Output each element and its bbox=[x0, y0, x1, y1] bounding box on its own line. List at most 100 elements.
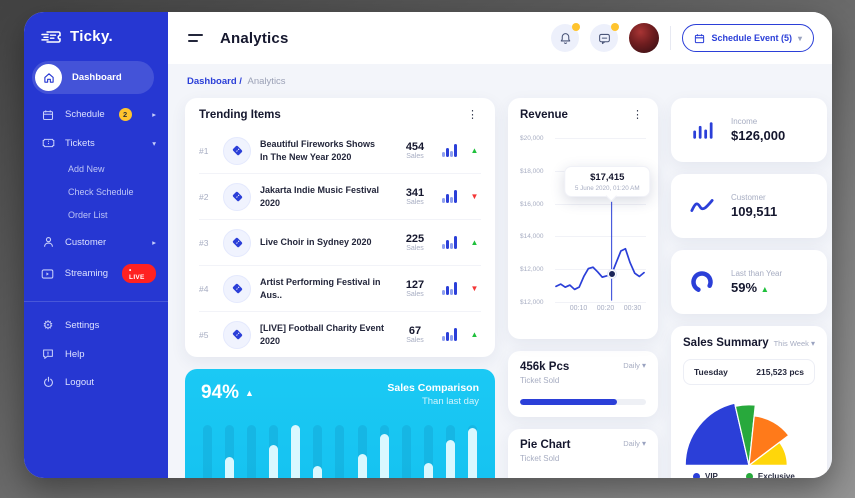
x-tick: 00:20 bbox=[596, 305, 615, 312]
sidebar-item-schedule[interactable]: Schedule 2 ▸ bbox=[24, 100, 168, 129]
summary-row[interactable]: Tuesday 215,523 pcs bbox=[683, 359, 815, 385]
sales-count: 341 bbox=[405, 187, 425, 199]
revenue-line-chart bbox=[556, 137, 644, 299]
submenu-item-check-schedule[interactable]: Check Schedule bbox=[68, 180, 168, 203]
rank-label: #2 bbox=[199, 191, 209, 202]
messages-button[interactable] bbox=[590, 23, 620, 52]
submenu-item-add-new[interactable]: Add New bbox=[68, 157, 168, 180]
percent-value: 59% bbox=[731, 280, 758, 295]
sales-label: Sales bbox=[406, 153, 424, 160]
last-than-year-value: 59% ▲ bbox=[731, 280, 782, 295]
chevron-down-icon: ▾ bbox=[641, 361, 646, 370]
sidebar-item-dashboard[interactable]: Dashboard bbox=[32, 61, 154, 94]
sales-count: 67 bbox=[408, 325, 422, 337]
y-tick: $12,000 bbox=[520, 299, 544, 306]
tooltip-date: 5 June 2020, 01:20 AM bbox=[574, 184, 640, 192]
chevron-down-icon: ▾ bbox=[641, 439, 646, 448]
user-avatar[interactable] bbox=[629, 23, 660, 53]
event-ticket-icon bbox=[223, 320, 251, 349]
sidebar-item-label: Tickets bbox=[65, 137, 95, 149]
mini-bars-icon bbox=[442, 236, 459, 249]
sidebar-item-tickets[interactable]: Tickets ▾ bbox=[24, 129, 168, 157]
comparison-bar bbox=[291, 425, 301, 478]
range-label: Daily bbox=[623, 361, 640, 370]
kebab-menu-icon[interactable]: ⋮ bbox=[629, 108, 646, 121]
comparison-bar bbox=[357, 425, 367, 478]
event-ticket-icon bbox=[223, 136, 251, 165]
legend-label: VIP bbox=[705, 472, 718, 478]
submenu-item-order-list[interactable]: Order List bbox=[68, 203, 168, 226]
home-icon bbox=[35, 64, 62, 91]
up-triangle-icon: ▲ bbox=[760, 284, 770, 294]
sales-label: Sales bbox=[406, 291, 424, 298]
sidebar-item-help[interactable]: Help bbox=[24, 340, 168, 368]
trend-arrow-icon: ▲ bbox=[470, 330, 479, 339]
daily-dropdown[interactable]: Daily ▾ bbox=[623, 439, 646, 448]
calendar-icon bbox=[41, 109, 55, 121]
gear-icon: ⚙ bbox=[42, 318, 54, 332]
customer-card: Customer 109,511 bbox=[671, 174, 827, 238]
comparison-bar bbox=[335, 425, 345, 478]
ticket-icon bbox=[41, 137, 55, 149]
chevron-right-icon: ▸ bbox=[152, 237, 156, 247]
schedule-event-button[interactable]: Schedule Event (5) ▾ bbox=[682, 24, 814, 52]
sidebar-item-label: Schedule bbox=[65, 109, 105, 120]
sales-summary-card: Sales Summary This Week ▾ Tuesday 215,52… bbox=[671, 326, 827, 478]
sidebar-item-logout[interactable]: Logout bbox=[24, 368, 168, 396]
calendar-icon bbox=[695, 33, 705, 43]
ticket-sold-card: 456k Pcs Ticket Sold Daily ▾ bbox=[508, 351, 658, 417]
comparison-bar bbox=[225, 425, 235, 478]
comparison-title: Sales Comparison bbox=[387, 382, 479, 394]
sidebar-nav: Dashboard Schedule 2 ▸ Tickets ▾ Add New bbox=[24, 61, 168, 396]
revenue-marker-dot bbox=[607, 270, 616, 279]
trending-row[interactable]: #2 Jakarta Indie Music Festival 2020 341… bbox=[199, 173, 481, 219]
breadcrumb-dashboard[interactable]: Dashboard bbox=[187, 76, 237, 87]
legend-label: Exclusive bbox=[757, 472, 795, 478]
y-tick: $12,000 bbox=[520, 266, 544, 274]
sidebar: Ticky. Dashboard Schedule 2 ▸ Tickets ▾ … bbox=[24, 12, 168, 478]
breadcrumb: Dashboard / Analytics bbox=[187, 76, 815, 87]
legend-item-exclusive: Exclusive bbox=[745, 472, 795, 478]
sidebar-item-settings[interactable]: ⚙ Settings bbox=[24, 310, 168, 340]
live-badge: • LIVE bbox=[122, 264, 156, 283]
sidebar-item-streaming[interactable]: Streaming • LIVE bbox=[24, 256, 168, 291]
x-tick: 00:30 bbox=[623, 305, 642, 312]
trend-arrow-icon: ▼ bbox=[470, 284, 479, 293]
trending-row[interactable]: #1 Beautiful Fireworks Shows In The New … bbox=[199, 128, 481, 173]
mini-bars-icon bbox=[442, 282, 459, 295]
ticket-sold-value: 456k Pcs bbox=[520, 361, 570, 373]
topbar-actions: Schedule Event (5) ▾ bbox=[551, 23, 814, 53]
revenue-line bbox=[556, 249, 644, 290]
this-week-dropdown[interactable]: This Week ▾ bbox=[774, 339, 815, 348]
event-title: Live Choir in Sydney 2020 bbox=[260, 237, 372, 248]
user-icon bbox=[41, 236, 55, 248]
legend-item-vip: VIP bbox=[693, 472, 718, 478]
sidebar-item-customer[interactable]: Customer ▸ bbox=[24, 228, 168, 256]
trending-row[interactable]: #3 Live Choir in Sydney 2020 225 Sales ▲ bbox=[199, 219, 481, 265]
sidebar-item-label: Streaming bbox=[64, 268, 109, 279]
donut-arc-icon bbox=[688, 270, 716, 294]
notifications-button[interactable] bbox=[551, 23, 581, 52]
event-title: Beautiful Fireworks Shows In The New Yea… bbox=[260, 138, 376, 162]
trending-row[interactable]: #4 Artist Performing Festival in Aus.. 1… bbox=[199, 265, 481, 311]
comparison-bar bbox=[379, 425, 389, 478]
sidebar-item-label: Logout bbox=[65, 376, 95, 388]
customer-value: 109,511 bbox=[731, 204, 778, 219]
trending-row[interactable]: #5 [LIVE] Football Charity Event 2020 67… bbox=[199, 311, 481, 357]
comparison-bar bbox=[247, 425, 257, 478]
menu-toggle-icon[interactable] bbox=[186, 32, 205, 44]
comparison-bar bbox=[423, 425, 433, 478]
pie-wrap bbox=[683, 395, 815, 467]
daily-dropdown[interactable]: Daily ▾ bbox=[623, 361, 646, 370]
revenue-card: Revenue ⋮ $20,000 $18,000 $16,000 $14,00… bbox=[508, 98, 658, 339]
mini-bars-icon bbox=[442, 190, 459, 203]
chevron-down-icon: ▾ bbox=[810, 338, 815, 348]
event-ticket-icon bbox=[223, 228, 251, 257]
comparison-caption: Sales Comparison Than last day bbox=[387, 382, 479, 407]
ticket-progress-bar bbox=[520, 399, 646, 405]
bar-chart-icon bbox=[688, 119, 716, 141]
kebab-menu-icon[interactable]: ⋮ bbox=[464, 108, 481, 121]
logo: Ticky. bbox=[24, 12, 168, 61]
sales-label: Sales bbox=[406, 245, 424, 252]
revenue-chart-area[interactable]: $20,000 $18,000 $16,000 $14,000 $12,000 … bbox=[520, 135, 651, 306]
